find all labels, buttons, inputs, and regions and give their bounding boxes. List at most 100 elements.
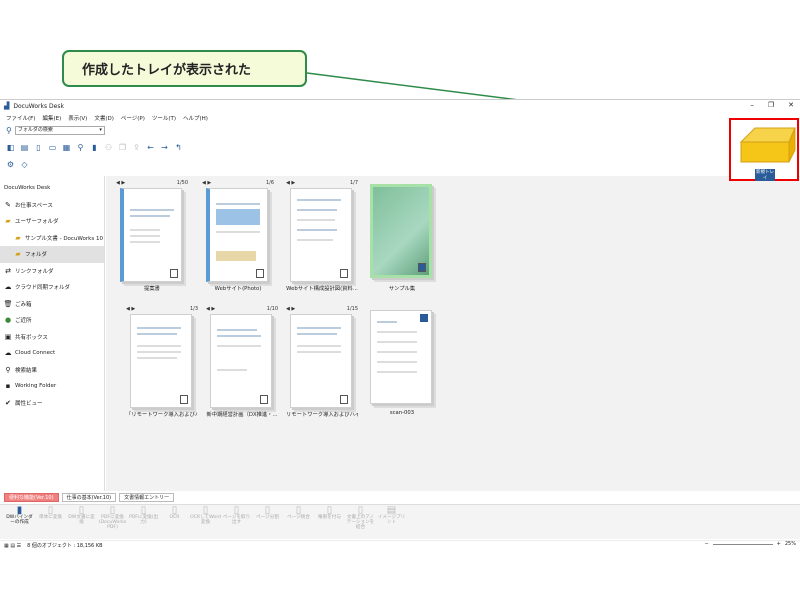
tab-work-basics[interactable]: 仕事の基本(Ver.10) [61, 493, 117, 502]
menu-tools[interactable]: ツール(T) [152, 114, 176, 122]
convert-single-button[interactable]: ▯ 単体に変換 [35, 505, 66, 539]
document-thumbnail [290, 188, 352, 282]
trash-icon: 🗑 [3, 299, 13, 308]
document-caption: 「リモートワーク導入およびハイ... [126, 412, 198, 418]
sidebar-item-sample[interactable]: ▰ サンプル文書 - DocuWorks 10 [0, 230, 104, 247]
user-icon[interactable]: ⚇ [104, 143, 113, 152]
page-nav-icon[interactable]: ◀ ▶ [286, 306, 295, 314]
document-thumbnail [290, 314, 352, 408]
document-badge-icon [170, 269, 178, 278]
image-print-button[interactable]: ▤ イメージプリント [376, 505, 407, 539]
pdf-icon: ▯ [109, 505, 116, 516]
menu-help[interactable]: ヘルプ(H) [183, 114, 208, 122]
grid-icon[interactable]: ▦ [62, 143, 71, 152]
workspace-icon: ✎ [5, 200, 11, 209]
sidebar-item-search-results[interactable]: ⚲ 検索結果 [0, 362, 104, 379]
ocr-button[interactable]: ▯ OCR [159, 505, 190, 539]
page-nav-icon[interactable]: ◀ ▶ [116, 180, 125, 188]
document-item[interactable]: ◀ ▶ 1/7 Webサイト構成設計図(資料... [286, 180, 358, 298]
document-area: ◀ ▶ 1/50 提案書 ◀ ▶ 1/6 Webサイト(Photo) ◀ ▶ 1/7 … [106, 176, 800, 491]
new-document-icon[interactable]: ▯ [34, 143, 43, 152]
ocr-word-button[interactable]: ▯ OCRしてWord変換 [190, 505, 221, 539]
print-icon[interactable]: ▤ [20, 143, 29, 152]
document-item[interactable]: ◀ ▶1/15 リモートワーク導入およびハイブ... [286, 306, 358, 424]
zoom-in-icon[interactable]: + [777, 541, 781, 547]
close-icon[interactable]: ✕ [788, 101, 794, 109]
folder-icon: ▰ [15, 250, 21, 259]
menu-file[interactable]: ファイル(F) [6, 114, 35, 122]
secondary-toolbar: ⚙ ◇ [0, 158, 800, 170]
panel-icon[interactable]: ▭ [48, 143, 57, 152]
tag-icon[interactable]: ◇ [20, 160, 29, 169]
folder-search-input[interactable]: フォルダの検索 ▾ [14, 125, 105, 135]
document-item[interactable]: ◀ ▶ 1/6 Webサイト(Photo) [202, 180, 274, 298]
sidebar-item-cloud-sync[interactable]: ☁ クラウド同期フォルダ [0, 279, 104, 296]
sidebar-item-share-box[interactable]: ▣ 共有ボックス [0, 329, 104, 346]
split-pages-button[interactable]: ▯ ページ分割 [252, 505, 283, 539]
sidebar-item-workspace[interactable]: ✎ お仕事スペース [0, 197, 104, 214]
main-toolbar: ◧ ▤ ▯ ▭ ▦ ⚲ ▮ ⚇ ❐ ⇪ ← → ↰ [0, 140, 800, 154]
menu-document[interactable]: 文書(D) [94, 114, 114, 122]
convert-pdf-dw-button[interactable]: ▯ PDFに変換(DocuWorks PDF) [97, 505, 128, 539]
back-icon[interactable]: ← [146, 143, 155, 152]
sidebar-item-link-folder[interactable]: ⇄ リンクフォルダ [0, 263, 104, 280]
document-item[interactable]: ◀ ▶ 1/50 提案書 [116, 180, 188, 298]
sidebar-item-working-folder[interactable]: ▪ Working Folder [0, 378, 104, 395]
restore-icon[interactable]: ❐ [768, 101, 774, 109]
word-icon: ▯ [202, 505, 209, 516]
document-thumbnail [120, 188, 182, 282]
document-badge-icon [260, 395, 268, 404]
merge-annotation-button[interactable]: ▯ 文書上のアノテーションを結合 [345, 505, 376, 539]
sidebar-item-cloud-connect[interactable]: ☁ Cloud Connect [0, 345, 104, 362]
folder-icon: ▰ [5, 217, 11, 226]
page-nav-icon[interactable]: ◀ ▶ [202, 180, 211, 188]
convert-dw-button[interactable]: ▯ DW文書に変換 [66, 505, 97, 539]
up-folder-icon[interactable]: ↰ [174, 143, 183, 152]
sidebar-item-trash[interactable]: 🗑 ごみ箱 [0, 296, 104, 313]
document-item[interactable]: scan-003 [366, 306, 438, 424]
forward-icon[interactable]: → [160, 143, 169, 152]
sidebar-item-desk[interactable]: DocuWorks Desk [0, 180, 104, 197]
page-nav-icon[interactable]: ◀ ▶ [126, 306, 135, 314]
tab-useful-features[interactable]: 便利な機能(Ver.10) [4, 493, 59, 502]
tray-settings-icon[interactable]: ⚙ [6, 160, 15, 169]
extract-pages-button[interactable]: ▯ ページを取り出す [221, 505, 252, 539]
document-item[interactable]: サンプル集 [366, 180, 438, 298]
folder-icon: ▰ [15, 233, 21, 242]
attribute-icon: ✔ [5, 398, 11, 407]
zoom-icon[interactable]: ⚲ [76, 143, 85, 152]
page-nav-icon[interactable]: ◀ ▶ [206, 306, 215, 314]
binder-icon[interactable]: ▮ [90, 143, 99, 152]
document-icon: ▯ [78, 505, 85, 516]
create-binder-button[interactable]: ▮ DWバインダーの作成 [4, 505, 35, 539]
dropdown-icon[interactable]: ▾ [99, 127, 102, 134]
menu-page[interactable]: ページ(P) [121, 114, 145, 122]
working-folder-icon: ▪ [5, 382, 11, 391]
sidebar-item-attribute-view[interactable]: ✔ 属性ビュー [0, 395, 104, 412]
document-item[interactable]: ◀ ▶1/3 「リモートワーク導入およびハイ... [126, 306, 198, 424]
page-nav-icon[interactable]: ◀ ▶ [286, 180, 295, 188]
zoom-slider[interactable] [712, 543, 773, 545]
sidebar-item-neighbor[interactable]: ● ご近所 [0, 312, 104, 329]
merge-pages-button[interactable]: ▯ ページ統合 [283, 505, 314, 539]
convert-pdf-output-button[interactable]: ▯ PDFに変換(出力) [128, 505, 159, 539]
copy-icon[interactable]: ❐ [118, 143, 127, 152]
extract-icon: ▯ [233, 505, 240, 516]
grant-permission-button[interactable]: ▯ 権限を付与 [314, 505, 345, 539]
zoom-out-icon[interactable]: − [704, 541, 708, 547]
tab-document-info-entry[interactable]: 文書情報エントリー [119, 493, 175, 502]
new-tray-highlight[interactable]: 新規トレイ [729, 118, 799, 181]
send-icon[interactable]: ⇪ [132, 143, 141, 152]
sidebar-item-folder[interactable]: ▰ フォルダ [0, 246, 104, 263]
document-badge-icon [180, 395, 188, 404]
view-icon[interactable]: ◧ [6, 143, 15, 152]
menu-view[interactable]: 表示(V) [68, 114, 87, 122]
minimize-icon[interactable]: – [750, 101, 754, 109]
view-mode-icon[interactable]: ▦ ▤ ☰ [4, 543, 21, 549]
sidebar-item-user-folder[interactable]: ▰ ユーザーフォルダ [0, 213, 104, 230]
document-badge-icon [418, 263, 426, 272]
document-item[interactable]: ◀ ▶ 1/10 新中期経営計画（DX推進・... [206, 306, 278, 424]
window-title: DocuWorks Desk [13, 102, 64, 110]
menu-edit[interactable]: 編集(E) [42, 114, 61, 122]
document-caption: 新中期経営計画（DX推進・... [206, 412, 278, 418]
